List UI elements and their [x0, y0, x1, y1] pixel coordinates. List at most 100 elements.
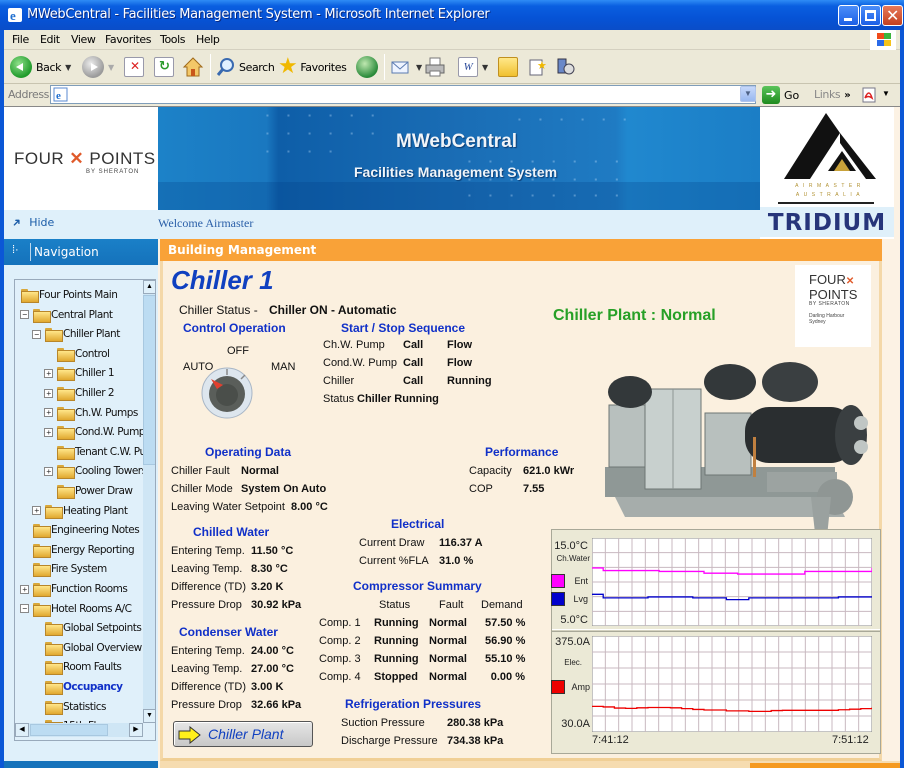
tree-item[interactable]: + Chiller 2: [44, 384, 115, 402]
edit-dropdown-icon[interactable]: ▼: [482, 63, 488, 72]
folder-icon: [45, 661, 63, 676]
tree-item[interactable]: Power Draw: [57, 482, 133, 500]
expand-icon[interactable]: +: [44, 427, 53, 437]
back-dropdown-icon[interactable]: ▼: [65, 63, 71, 72]
menu-tools[interactable]: Tools: [160, 33, 186, 46]
navigation-tree: Four Points Main − Central Plant − Chiller P…: [14, 279, 156, 741]
menu-view[interactable]: View: [71, 33, 96, 46]
tree-item[interactable]: + Chiller 1: [44, 364, 115, 382]
minimize-button[interactable]: [838, 5, 859, 26]
edit-button[interactable]: W ▼: [458, 54, 488, 80]
address-input[interactable]: e: [50, 85, 756, 104]
panel-title: Building Management: [168, 243, 317, 257]
tree-item[interactable]: Energy Reporting: [33, 541, 135, 559]
horizontal-scrollbar[interactable]: ◀ ▶: [15, 723, 143, 737]
tree-item[interactable]: Global Setpoints: [45, 619, 142, 637]
tree-item[interactable]: − Chiller Plant: [32, 325, 120, 343]
scroll-right-button[interactable]: ▶: [129, 723, 143, 737]
scroll-up-button[interactable]: ▲: [143, 280, 155, 294]
mail-dropdown-icon[interactable]: ▼: [416, 63, 422, 72]
expand-icon[interactable]: +: [44, 368, 53, 378]
tree-item[interactable]: Tenant C.W. Pu: [57, 443, 146, 461]
chw-ymax-label: 15.0°C: [554, 540, 588, 552]
menu-help[interactable]: Help: [196, 33, 220, 46]
tree-item[interactable]: Global Overview: [45, 639, 142, 657]
expand-icon[interactable]: +: [44, 388, 53, 398]
chiller-status-value: Chiller ON - Automatic: [269, 303, 397, 317]
discuss-button[interactable]: [498, 54, 518, 80]
mail-button[interactable]: ▼: [390, 54, 422, 80]
tree-item-label: Chiller 1: [75, 367, 115, 380]
vertical-scrollbar[interactable]: ▲ ▼: [143, 280, 155, 723]
tree-item[interactable]: + Cooling Towers: [44, 462, 147, 480]
scroll-left-button[interactable]: ◀: [15, 723, 29, 737]
menu-favorites[interactable]: Favorites: [105, 33, 151, 46]
cop-value: 7.55: [523, 483, 545, 495]
chiller-plant-button[interactable]: Chiller Plant: [173, 721, 313, 747]
expand-icon[interactable]: +: [44, 408, 53, 418]
collapse-icon[interactable]: −: [20, 310, 29, 320]
tree-item[interactable]: + Function Rooms: [20, 580, 128, 598]
tree-item[interactable]: Occupancy: [45, 678, 123, 696]
acrobat-icon[interactable]: [862, 86, 878, 103]
svg-text:★: ★: [537, 59, 547, 72]
back-button[interactable]: Back ▼: [10, 54, 71, 80]
go-button[interactable]: ➜ Go: [762, 85, 799, 105]
tree-item[interactable]: + Heating Plant: [32, 502, 128, 520]
tree-item[interactable]: − Central Plant: [20, 306, 113, 324]
tree-item[interactable]: + Cond.W. Pump: [44, 423, 145, 441]
menu-edit[interactable]: Edit: [40, 33, 60, 46]
collapse-icon[interactable]: −: [32, 329, 41, 339]
tree-item[interactable]: Room Faults: [45, 658, 122, 676]
scroll-thumb[interactable]: [143, 295, 155, 465]
stop-button[interactable]: ✕: [124, 54, 144, 80]
forward-dropdown-icon[interactable]: ▼: [108, 63, 114, 72]
tree-item[interactable]: Fire System: [33, 560, 107, 578]
toolbar-separator: [384, 54, 385, 80]
folder-icon: [33, 308, 51, 323]
four-points-card-logo: FOUR✕ POINTS BY SHERATON Darling Harbour…: [795, 265, 871, 347]
expand-icon[interactable]: +: [32, 506, 41, 516]
compressor-status: Stopped: [374, 671, 418, 683]
compressor-label: Comp. 3: [319, 653, 361, 665]
scroll-down-button[interactable]: ▼: [143, 709, 155, 723]
tree-item[interactable]: − Hotel Rooms A/C: [20, 600, 132, 618]
tree-item-label: Chiller 2: [75, 387, 115, 399]
acrobat-dropdown-icon[interactable]: ▼: [882, 89, 890, 98]
svg-text:e: e: [56, 90, 61, 102]
folder-icon: [57, 485, 75, 499]
hide-link[interactable]: ➜ Hide: [9, 215, 55, 231]
compressor-demand: 55.10 %: [485, 653, 526, 665]
tree-item[interactable]: Four Points Main: [21, 286, 118, 304]
tree-item[interactable]: + Ch.W. Pumps: [44, 404, 138, 422]
tree-item[interactable]: Control: [57, 345, 110, 363]
expand-icon[interactable]: +: [20, 584, 29, 594]
tree-item[interactable]: Statistics: [45, 698, 107, 716]
tree-item[interactable]: Engineering Notes: [33, 521, 140, 539]
close-button[interactable]: ✕: [882, 5, 903, 26]
refresh-button[interactable]: ↻: [154, 54, 174, 80]
electrical-value: 31.0 %: [439, 555, 474, 567]
research-button[interactable]: ★: [528, 54, 548, 80]
hscroll-thumb[interactable]: [30, 724, 108, 736]
navigation-header: ⁞· Navigation: [4, 239, 158, 265]
home-button[interactable]: [182, 54, 204, 80]
mode-selector-knob[interactable]: [201, 367, 253, 419]
chilled-water-value: 3.20 K: [251, 581, 284, 593]
messenger-button[interactable]: [556, 54, 576, 80]
forward-button[interactable]: ▼: [82, 54, 114, 80]
folder-icon: [57, 347, 75, 362]
collapse-icon[interactable]: −: [20, 604, 29, 614]
print-button[interactable]: [424, 54, 446, 80]
history-button[interactable]: [356, 54, 378, 80]
search-button[interactable]: Search: [216, 54, 275, 80]
favorites-button[interactable]: ★ Favorites: [278, 54, 347, 80]
folder-icon: [57, 465, 75, 480]
operating-data-title: Operating Data: [205, 445, 292, 459]
menu-file[interactable]: File: [12, 33, 29, 46]
address-dropdown-button[interactable]: ▼: [740, 86, 756, 102]
expand-icon[interactable]: +: [44, 466, 53, 476]
maximize-button[interactable]: [860, 5, 881, 26]
folder-icon: [33, 524, 51, 539]
links-button[interactable]: Links»: [814, 88, 851, 101]
